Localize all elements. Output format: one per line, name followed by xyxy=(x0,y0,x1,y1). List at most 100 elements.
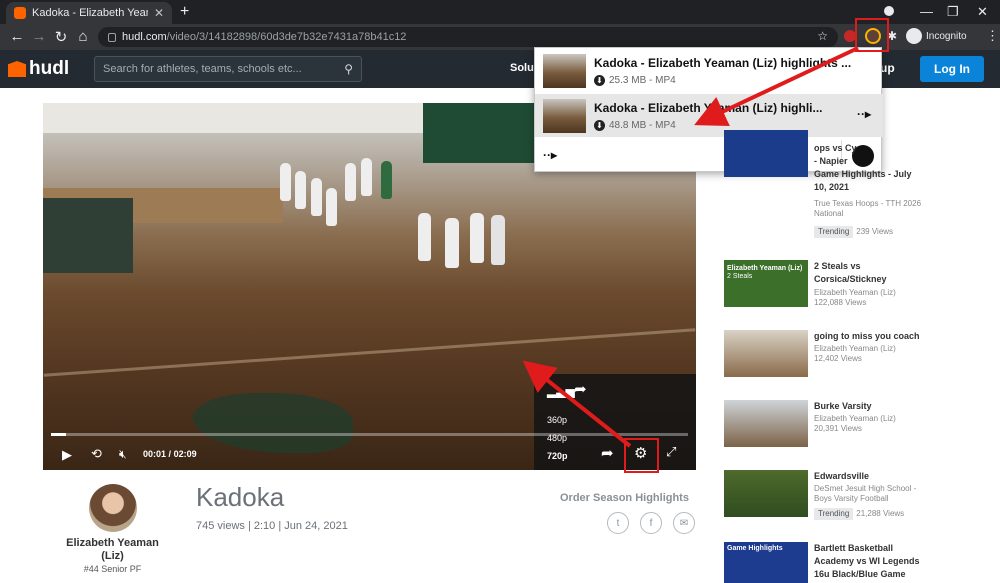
related-author: True Texas Hoops - TTH 2026 National xyxy=(814,199,922,218)
menu-kebab-icon[interactable]: ⋮ xyxy=(986,28,999,44)
thumbnail-caption: Elizabeth Yeaman (Liz) xyxy=(727,265,803,272)
player xyxy=(470,213,484,263)
close-window-icon[interactable]: ✕ xyxy=(977,4,988,20)
fullscreen-icon[interactable]: ⤢ xyxy=(666,444,676,460)
video-meta: 745 views | 2:10 | Jun 24, 2021 xyxy=(196,520,348,532)
new-tab-icon[interactable]: + xyxy=(180,3,189,21)
video-controls: ▶ ⟲ 🔇︎ 00:01 / 02:09 ➦ ⚙ ⤢ xyxy=(43,430,696,470)
related-views: 20,391 Views xyxy=(814,424,862,433)
quality-signal-icon[interactable]: ▂▃▅ xyxy=(547,384,575,398)
athlete-avatar[interactable] xyxy=(89,484,137,532)
player xyxy=(326,188,337,226)
hudl-logo-icon xyxy=(8,61,26,77)
court-line xyxy=(43,328,696,377)
more-options-icon[interactable]: ··▸ xyxy=(543,148,557,162)
related-title[interactable]: Bartlett Basketball Academy vs WI Legends… xyxy=(814,542,934,581)
browser-titlebar: Kadoka - Elizabeth Yeaman (Liz) | ✕ + — … xyxy=(0,0,1000,24)
quality-option-360p[interactable]: 360p xyxy=(547,415,567,425)
incognito-label: Incognito xyxy=(926,30,967,42)
related-title[interactable]: 2 Steals vs Corsica/Stickney xyxy=(814,260,934,286)
related-stats: Trending 239 Views xyxy=(814,226,934,238)
related-thumbnail[interactable]: Elizabeth Yeaman (Liz) 2 Steals xyxy=(724,260,808,307)
related-author: Elizabeth Yeaman (Liz) xyxy=(814,414,896,423)
player xyxy=(418,213,431,261)
related-title[interactable]: going to miss you coach xyxy=(814,330,934,343)
minimize-icon[interactable]: — xyxy=(920,4,933,19)
tab-close-icon[interactable]: ✕ xyxy=(154,6,164,20)
download-icon[interactable]: ⬇ xyxy=(594,120,605,131)
site-search-input[interactable]: Search for athletes, teams, schools etc.… xyxy=(94,56,362,82)
search-placeholder: Search for athletes, teams, schools etc.… xyxy=(103,63,302,75)
related-author: Elizabeth Yeaman (Liz) xyxy=(814,288,896,297)
mute-icon[interactable]: 🔇︎ xyxy=(119,447,127,462)
incognito-indicator[interactable]: Incognito xyxy=(906,28,967,44)
lock-icon xyxy=(108,32,116,42)
tab-title: Kadoka - Elizabeth Yeaman (Liz) | xyxy=(32,7,148,19)
address-bar[interactable]: hudl.com/video/3/14182898/60d3de7b32e743… xyxy=(98,27,838,47)
forward-icon[interactable]: → xyxy=(30,28,48,45)
bookmark-star-icon[interactable]: ☆ xyxy=(817,29,828,43)
login-button[interactable]: Log In xyxy=(920,56,984,82)
order-highlights-link[interactable]: Order Season Highlights xyxy=(560,492,689,504)
player xyxy=(361,158,372,196)
annotation-box xyxy=(624,438,659,473)
restore-icon[interactable]: ❐ xyxy=(947,4,959,20)
share-arrow-icon[interactable]: ➦ xyxy=(574,380,587,398)
related-title[interactable]: Edwardsville xyxy=(814,470,934,483)
video-thumbnail xyxy=(543,54,586,88)
twitter-icon[interactable]: t xyxy=(607,512,629,534)
download-size: 48.8 MB - MP4 xyxy=(609,120,676,131)
rewind-10-icon[interactable]: ⟲ xyxy=(91,446,102,462)
related-views: 122,088 Views xyxy=(814,298,867,307)
green-banner xyxy=(423,103,543,163)
related-author: Elizabeth Yeaman (Liz) xyxy=(814,344,896,353)
download-icon[interactable]: ⬇ xyxy=(594,75,605,86)
related-thumbnail[interactable] xyxy=(724,330,808,377)
player xyxy=(311,178,322,216)
browser-tab[interactable]: Kadoka - Elizabeth Yeaman (Liz) | ✕ xyxy=(6,2,172,24)
play-icon[interactable]: ▶ xyxy=(62,447,72,463)
tab-search-icon[interactable] xyxy=(884,6,894,16)
player xyxy=(295,171,306,209)
thumbnail-caption: 2 Steals xyxy=(727,273,753,280)
related-thumbnail[interactable] xyxy=(724,400,808,447)
hudl-logo[interactable]: hudl xyxy=(8,58,69,80)
athlete-name[interactable]: Elizabeth Yeaman (Liz) xyxy=(60,537,165,563)
download-size: 25.3 MB - MP4 xyxy=(609,75,676,86)
logo-text: hudl xyxy=(29,58,70,79)
player xyxy=(491,215,505,265)
related-thumbnail[interactable] xyxy=(724,130,808,177)
annotation-box xyxy=(855,18,889,52)
download-item[interactable]: Kadoka - Elizabeth Yeaman (Liz) highli..… xyxy=(535,94,883,137)
player xyxy=(280,163,291,201)
related-thumbnail[interactable] xyxy=(724,470,808,517)
video-thumbnail xyxy=(543,99,586,133)
download-title: Kadoka - Elizabeth Yeaman (Liz) highli..… xyxy=(594,101,823,115)
download-title: Kadoka - Elizabeth Yeaman (Liz) highligh… xyxy=(594,56,852,70)
related-views: 12,402 Views xyxy=(814,354,862,363)
search-icon[interactable]: ⚲ xyxy=(344,62,353,76)
player xyxy=(381,161,392,199)
url-text: hudl.com/video/3/14182898/60d3de7b32e743… xyxy=(122,31,407,43)
video-title: Kadoka xyxy=(196,482,285,512)
back-icon[interactable]: ← xyxy=(8,28,26,45)
player xyxy=(345,163,356,201)
related-stats: Trending 21,288 Views xyxy=(814,508,934,520)
more-options-icon[interactable]: ··▸ xyxy=(857,107,871,121)
thumbnail-caption: Game Highlights xyxy=(727,545,783,552)
home-icon[interactable]: ⌂ xyxy=(74,28,92,45)
related-title[interactable]: ops vs Cy - Napier Game Highlights - July 1… xyxy=(814,142,934,194)
related-title[interactable]: Burke Varsity xyxy=(814,400,934,413)
reload-icon[interactable]: ↻ xyxy=(52,28,70,46)
incognito-icon xyxy=(906,28,922,44)
share-icon[interactable]: ➦ xyxy=(601,444,614,462)
athlete-subtitle: #44 Senior PF xyxy=(83,564,142,574)
download-item[interactable]: Kadoka - Elizabeth Yeaman (Liz) highligh… xyxy=(535,49,883,92)
hudl-favicon-icon xyxy=(14,7,26,19)
progress-fill xyxy=(51,433,67,436)
progress-bar[interactable] xyxy=(51,433,688,436)
timecode: 00:01 / 02:09 xyxy=(143,449,197,459)
related-thumbnail[interactable]: Game Highlights xyxy=(724,542,808,583)
email-icon[interactable]: ✉ xyxy=(673,512,695,534)
facebook-icon[interactable]: f xyxy=(640,512,662,534)
